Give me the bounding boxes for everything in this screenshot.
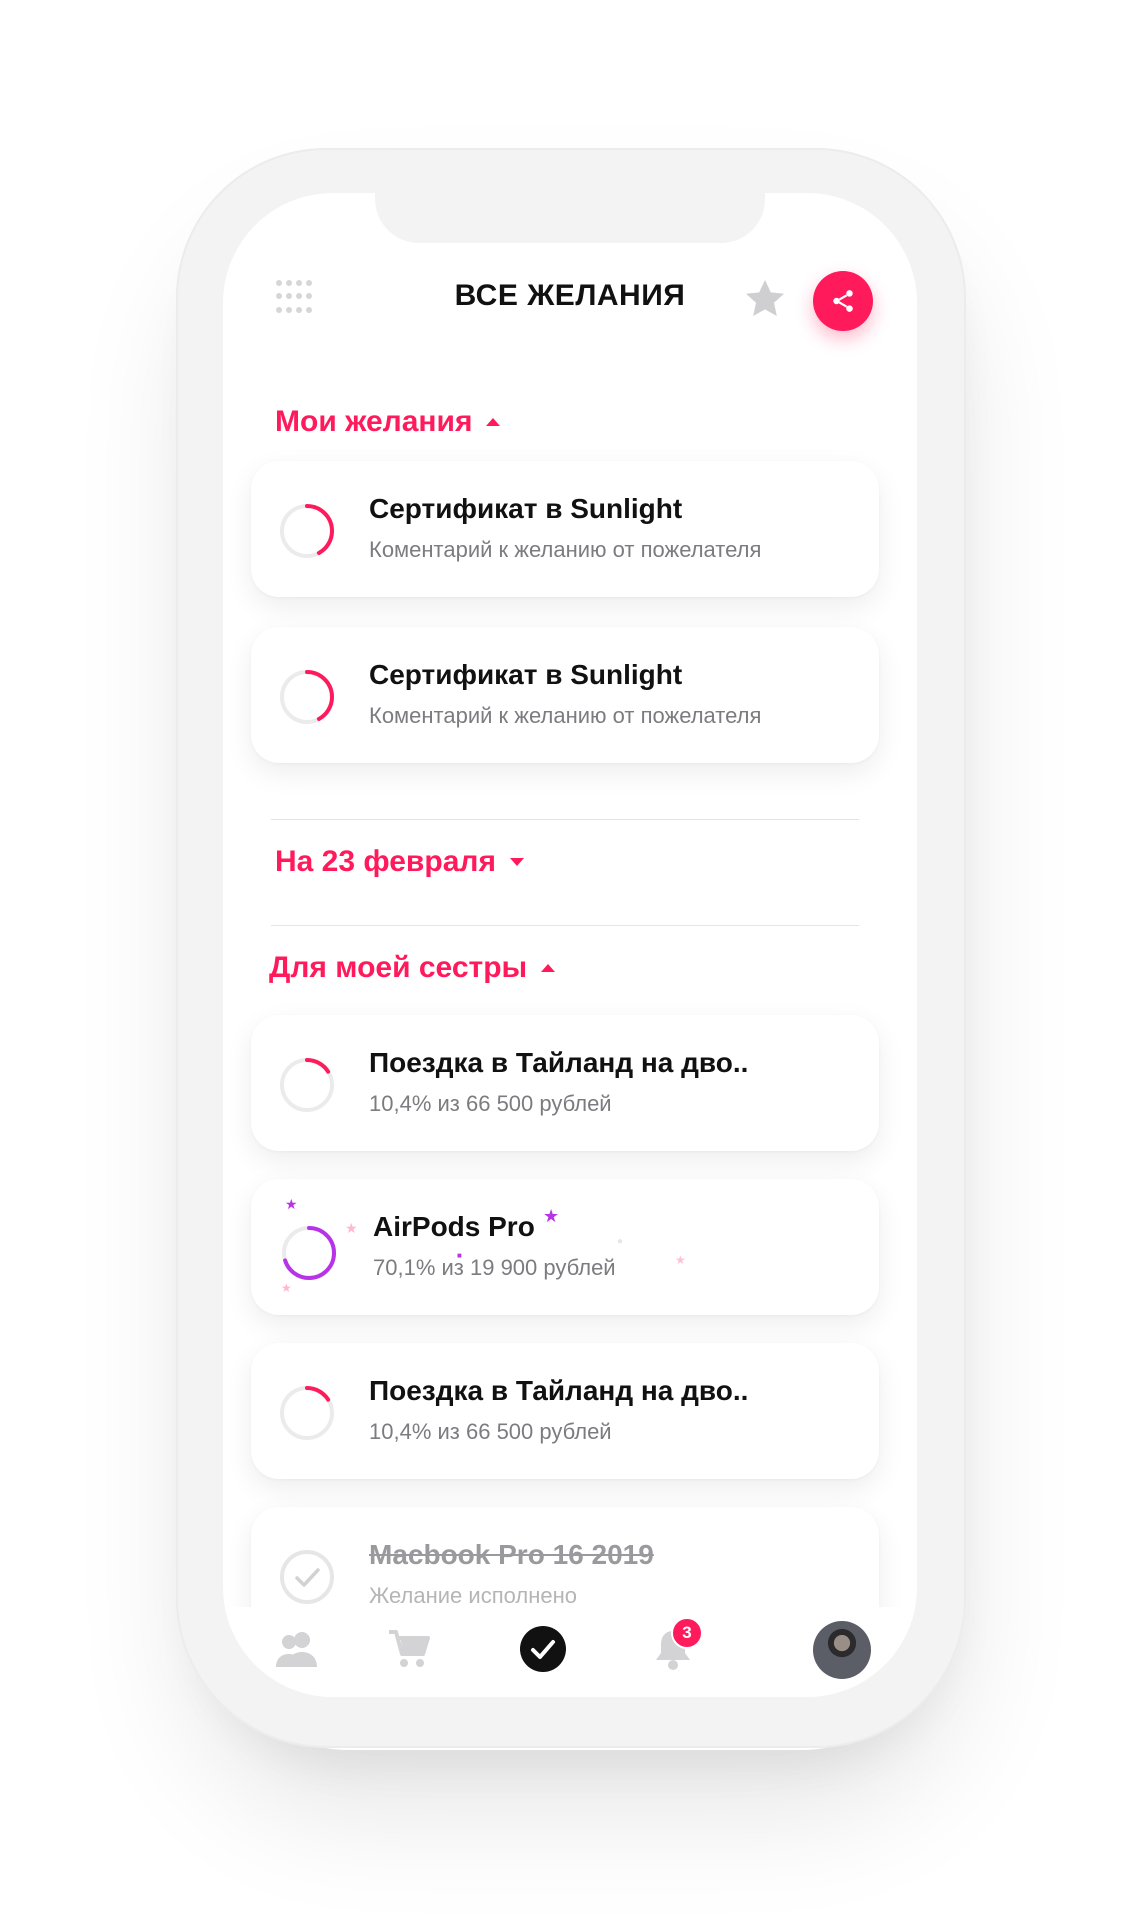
bottom-tab-bar: 3	[223, 1607, 917, 1697]
phone-screen: ВСЕ ЖЕЛАНИЯ Мои желания Сертификат в Sun…	[223, 193, 917, 1697]
notifications-bell-icon[interactable]: 3	[649, 1617, 703, 1673]
section-header-my-wishes[interactable]: Мои желания	[275, 405, 501, 439]
completed-check-icon	[280, 1550, 334, 1604]
wish-subtitle: Коментарий к желанию от пожелателя	[369, 703, 762, 728]
caret-up-icon	[486, 418, 501, 426]
sparkle-star-icon: ★	[345, 1220, 358, 1236]
wish-title: AirPods Pro	[373, 1211, 535, 1242]
sparkle-dot-icon: ●	[617, 1236, 624, 1247]
wish-title: Поездка в Тайланд на дво..	[369, 1375, 749, 1406]
wish-title: Macbook Pro 16 2019	[369, 1539, 654, 1570]
wish-subtitle: Коментарий к желанию от пожелателя	[369, 537, 762, 562]
share-button[interactable]	[813, 271, 873, 331]
wish-card[interactable]: Поездка в Тайланд на дво.. 10,4% из 66 5…	[251, 1015, 879, 1151]
progress-ring	[280, 1058, 334, 1112]
notification-badge: 3	[671, 1617, 703, 1649]
progress-ring	[280, 504, 334, 558]
phone-notch	[375, 193, 765, 243]
section-title: Для моей сестры	[269, 951, 528, 984]
profile-avatar[interactable]	[813, 1621, 871, 1679]
sparkle-dot-icon: ■	[457, 1251, 462, 1260]
progress-ring	[282, 1226, 336, 1280]
caret-down-icon	[509, 858, 524, 866]
wish-subtitle: 70,1% из 19 900 рублей	[373, 1255, 616, 1280]
star-icon[interactable]	[741, 275, 789, 323]
wish-card-highlighted[interactable]: AirPods Pro 70,1% из 19 900 рублей ★ ★ ★…	[251, 1179, 879, 1315]
app-header: ВСЕ ЖЕЛАНИЯ	[223, 253, 917, 343]
divider	[271, 925, 859, 926]
section-header-sister[interactable]: Для моей сестры	[269, 951, 556, 985]
section-title: Мои желания	[275, 405, 473, 438]
wish-subtitle: 10,4% из 66 500 рублей	[369, 1091, 612, 1116]
wish-subtitle: 10,4% из 66 500 рублей	[369, 1419, 612, 1444]
cart-icon[interactable]	[385, 1625, 433, 1673]
wish-title: Сертификат в Sunlight	[369, 659, 683, 690]
share-icon	[833, 290, 853, 312]
progress-ring	[280, 1386, 334, 1440]
section-header-feb-23[interactable]: На 23 февраля	[275, 845, 524, 879]
wish-subtitle: Желание исполнено	[369, 1583, 577, 1608]
sparkle-star-icon: ★	[285, 1196, 298, 1212]
wish-card[interactable]: Сертификат в Sunlight Коментарий к желан…	[251, 627, 879, 763]
sparkle-star-icon: ★	[675, 1253, 686, 1267]
progress-ring	[280, 670, 334, 724]
wishes-check-icon[interactable]	[519, 1625, 567, 1673]
sparkle-star-icon: ★	[543, 1206, 560, 1226]
wish-title: Сертификат в Sunlight	[369, 493, 683, 524]
friends-icon[interactable]	[273, 1625, 321, 1673]
section-title: На 23 февраля	[275, 845, 496, 878]
divider	[271, 819, 859, 820]
caret-up-icon	[541, 964, 556, 972]
wish-card[interactable]: Сертификат в Sunlight Коментарий к желан…	[251, 461, 879, 597]
wish-card[interactable]: Поездка в Тайланд на дво.. 10,4% из 66 5…	[251, 1343, 879, 1479]
sparkle-star-icon: ★	[281, 1281, 292, 1295]
wish-title: Поездка в Тайланд на дво..	[369, 1047, 749, 1078]
